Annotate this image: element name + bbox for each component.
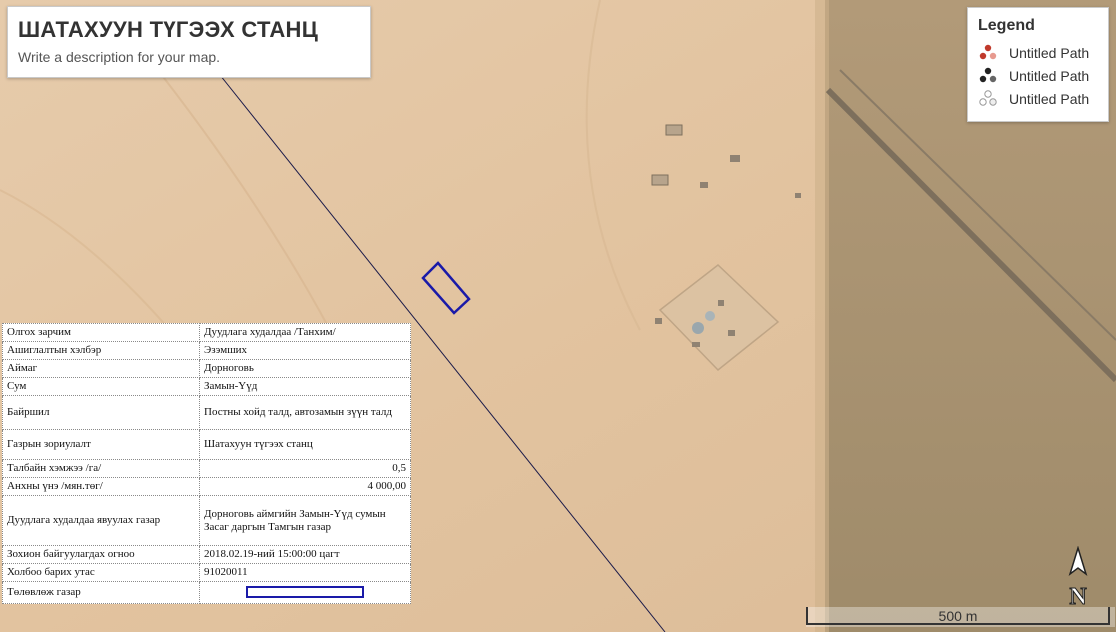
table-value: Дорноговь аймгийн Замын-Үүд сумын Засаг … — [199, 495, 411, 546]
table-row: Төлөвлөж газар — [2, 581, 411, 604]
building — [655, 318, 662, 324]
table-row: Аймаг Дорноговь — [2, 359, 411, 378]
table-key: Дуудлага худалдаа явуулах газар — [2, 495, 200, 546]
terrain-seam — [815, 0, 829, 632]
table-row: Газрын зориулалт Шатахуун түгээх станц — [2, 429, 411, 460]
legend-panel: Legend Untitled Path Untitled Path Untit… — [967, 7, 1109, 122]
info-table: Олгох зарчим Дуудлага худалдаа /Танхим/ А… — [2, 323, 411, 604]
table-row: Олгох зарчим Дуудлага худалдаа /Танхим/ — [2, 323, 411, 342]
storage-tank — [705, 311, 715, 321]
legend-item[interactable]: Untitled Path — [978, 41, 1098, 64]
table-value: Замын-Үүд — [199, 377, 411, 396]
table-value: 91020011 — [199, 563, 411, 582]
table-value: Дорноговь — [199, 359, 411, 378]
map-title: ШАТАХУУН ТҮГЭЭХ СТАНЦ — [18, 17, 319, 42]
parcel-legend-swatch — [246, 586, 364, 599]
table-key: Газрын зориулалт — [2, 429, 200, 460]
table-row: Байршил Постны хойд талд, автозамын зүүн … — [2, 395, 411, 430]
building — [692, 342, 700, 347]
building — [651, 174, 669, 186]
table-key: Байршил — [2, 395, 200, 430]
path-white-icon — [979, 89, 997, 106]
table-key: Ашиглалтын хэлбэр — [2, 341, 200, 360]
table-value: 0,5 — [199, 459, 411, 478]
building — [795, 193, 801, 198]
storage-tank — [692, 322, 704, 334]
map-title-panel: ШАТАХУУН ТҮГЭЭХ СТАНЦ Write a descriptio… — [7, 6, 371, 78]
path-black-icon — [979, 67, 997, 82]
table-value: Эзэмших — [199, 341, 411, 360]
table-value: Дуудлага худалдаа /Танхим/ — [199, 323, 411, 342]
scale-bar: 500 m — [806, 607, 1115, 627]
table-key: Зохион байгуулагдах огноо — [2, 545, 200, 564]
table-value — [199, 581, 411, 604]
north-arrow-icon: N — [1068, 546, 1088, 608]
map-description: Write a description for your map. — [18, 49, 221, 65]
legend-item-label: Untitled Path — [1009, 90, 1090, 107]
legend-item-label: Untitled Path — [1009, 44, 1090, 61]
table-key: Холбоо барих утас — [2, 563, 200, 582]
table-row: Сум Замын-Үүд — [2, 377, 411, 396]
legend-item-label: Untitled Path — [1009, 67, 1090, 84]
legend-item[interactable]: Untitled Path — [978, 64, 1098, 87]
north-label: N — [1069, 584, 1087, 608]
table-row: Зохион байгуулагдах огноо 2018.02.19-ний … — [2, 545, 411, 564]
scale-label: 500 m — [938, 608, 978, 624]
building — [700, 182, 708, 188]
table-key: Төлөвлөж газар — [2, 581, 200, 604]
path-red-icon — [979, 44, 997, 59]
table-key: Олгох зарчим — [2, 323, 200, 342]
table-row: Анхны үнэ /мян.төг/4 000,00 — [2, 477, 411, 496]
table-key: Анхны үнэ /мян.төг/ — [2, 477, 200, 496]
table-row: Ашиглалтын хэлбэр Эзэмших — [2, 341, 411, 360]
legend-heading: Legend — [978, 17, 1035, 34]
table-key: Сум — [2, 377, 200, 396]
table-row: Дуудлага худалдаа явуулах газар Дорноговь… — [2, 495, 411, 546]
table-value: Постны хойд талд, автозамын зүүн талд — [199, 395, 411, 430]
building — [728, 330, 735, 336]
building — [730, 155, 740, 162]
table-value: Шатахуун түгээх станц — [199, 429, 411, 460]
table-row: Холбоо барих утас 91020011 — [2, 563, 411, 582]
table-value: 2018.02.19-ний 15:00:00 цагт — [199, 545, 411, 564]
building — [665, 124, 683, 136]
table-value: 4 000,00 — [199, 477, 411, 496]
building — [718, 300, 724, 306]
legend-item[interactable]: Untitled Path — [978, 87, 1098, 110]
table-key: Талбайн хэмжээ /га/ — [2, 459, 200, 478]
table-row: Талбайн хэмжээ /га/0,5 — [2, 459, 411, 478]
table-key: Аймаг — [2, 359, 200, 378]
